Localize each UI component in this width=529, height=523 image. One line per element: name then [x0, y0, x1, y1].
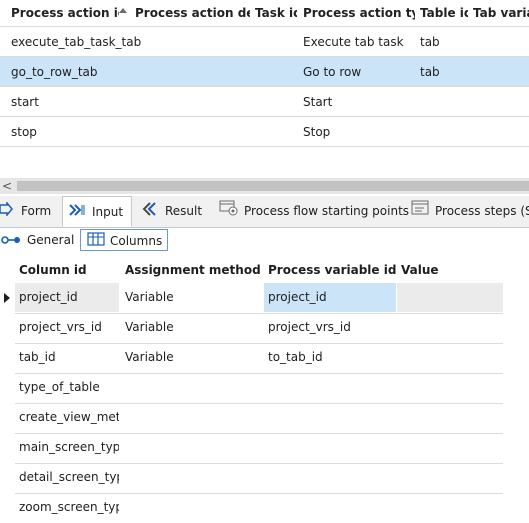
col-header-task-id[interactable]: Task id — [255, 0, 297, 27]
cell-action-id: execute_tab_task_tab — [11, 35, 142, 49]
cell-action-id: start — [11, 95, 39, 109]
table-row[interactable]: detail_screen_typ — [15, 463, 503, 494]
cell-action-id: go_to_row_tab — [11, 65, 98, 79]
subtab-columns[interactable]: Columns — [80, 229, 168, 251]
tab-process-flow-label: Process flow starting points — [244, 204, 410, 218]
table-row-selected[interactable]: go_to_row_tab Go to row tab — [0, 57, 529, 87]
col-header-column-id[interactable]: Column id — [19, 256, 87, 284]
cell-process-variable-id[interactable]: to_tab_id — [268, 343, 396, 372]
col-header-process-action-type[interactable]: Process action type — [303, 0, 415, 27]
subtab-general[interactable]: General — [1, 229, 75, 252]
cell-assignment-method[interactable]: Variable — [125, 343, 265, 372]
cell-action-type: Go to row — [303, 65, 362, 79]
columns-icon — [87, 231, 105, 253]
table-row[interactable]: project_id Variable project_id — [15, 283, 503, 314]
tab-result[interactable]: Result — [142, 196, 212, 226]
cell-process-variable-id[interactable]: project_vrs_id — [268, 313, 396, 342]
scroll-left-arrow-icon[interactable]: < — [2, 179, 12, 193]
cell-value[interactable] — [401, 313, 501, 342]
input-subtab-bar: General Columns — [0, 227, 529, 255]
table-row[interactable]: execute_tab_task_tab Execute tab task ta… — [0, 27, 529, 57]
cell-value[interactable] — [401, 343, 501, 372]
tab-process-flow-starting-points[interactable]: Process flow starting points — [219, 196, 409, 227]
table-row[interactable]: type_of_table — [15, 373, 503, 404]
tab-form-label: Form — [21, 204, 52, 218]
cell-action-type: Start — [303, 95, 333, 109]
col-header-value[interactable]: Value — [401, 256, 439, 284]
subtab-general-label: General — [27, 233, 75, 247]
process-flow-icon — [219, 197, 239, 227]
tab-form[interactable]: Form — [0, 196, 58, 226]
col-header-process-variable-id[interactable]: Process variable id — [268, 256, 396, 284]
cell-table-id: tab — [420, 65, 440, 79]
process-actions-grid: Process action id Process action desc. T… — [0, 0, 529, 178]
detail-tab-bar: Form Input Result Process flow starting … — [0, 196, 529, 228]
general-icon — [1, 230, 23, 252]
cell-process-variable-id[interactable]: project_id — [264, 283, 396, 312]
form-icon — [0, 197, 16, 227]
cell-column-id[interactable]: type_of_table — [19, 373, 119, 402]
cell-column-id[interactable]: main_screen_type — [19, 433, 119, 462]
cell-table-id: tab — [420, 35, 440, 49]
cell-column-id[interactable]: create_view_meth — [19, 403, 119, 432]
subtab-columns-label: Columns — [110, 234, 163, 248]
cell-value[interactable] — [397, 283, 503, 312]
result-icon — [142, 197, 160, 227]
horizontal-scrollbar[interactable]: < — [0, 178, 529, 194]
cell-column-id[interactable]: zoom_screen_typ — [19, 493, 119, 522]
cell-assignment-method[interactable]: Variable — [125, 283, 265, 312]
col-header-tab-variant[interactable]: Tab variant — [473, 0, 529, 27]
sort-ascending-icon — [119, 8, 127, 13]
table-row[interactable]: tab_id Variable to_tab_id — [15, 343, 503, 374]
input-arrow-icon — [69, 198, 87, 228]
col-header-process-action-id[interactable]: Process action id — [11, 0, 119, 27]
row-divider — [0, 146, 529, 147]
scrollbar-thumb[interactable] — [17, 181, 529, 191]
tab-result-label: Result — [165, 204, 203, 218]
cell-column-id[interactable]: detail_screen_typ — [19, 463, 119, 492]
tab-input[interactable]: Input — [62, 196, 132, 227]
cell-assignment-method[interactable]: Variable — [125, 313, 265, 342]
cell-column-id[interactable]: project_id — [15, 283, 119, 312]
table-row[interactable]: zoom_screen_typ — [15, 493, 503, 523]
table-row[interactable]: main_screen_type — [15, 433, 503, 464]
table-row[interactable]: create_view_meth — [15, 403, 503, 434]
col-header-process-action-desc[interactable]: Process action desc. — [135, 0, 250, 27]
tab-input-label: Input — [92, 205, 124, 219]
cell-action-type: Execute tab task — [303, 35, 404, 49]
cell-column-id[interactable]: project_vrs_id — [19, 313, 119, 342]
cell-action-id: stop — [11, 125, 37, 139]
process-steps-icon — [410, 197, 430, 227]
table-row[interactable]: start Start — [0, 87, 529, 117]
cell-action-type: Stop — [303, 125, 331, 139]
cell-column-id[interactable]: tab_id — [19, 343, 119, 372]
table-row[interactable]: project_vrs_id Variable project_vrs_id — [15, 313, 503, 344]
tab-process-steps[interactable]: Process steps (Su — [410, 196, 529, 226]
col-header-assignment-method[interactable]: Assignment method — [125, 256, 261, 284]
table-row[interactable]: stop Stop — [0, 117, 529, 147]
current-row-indicator-icon — [4, 293, 10, 303]
col-header-table-id[interactable]: Table id — [420, 0, 468, 27]
tab-process-steps-label: Process steps (Su — [435, 204, 529, 218]
